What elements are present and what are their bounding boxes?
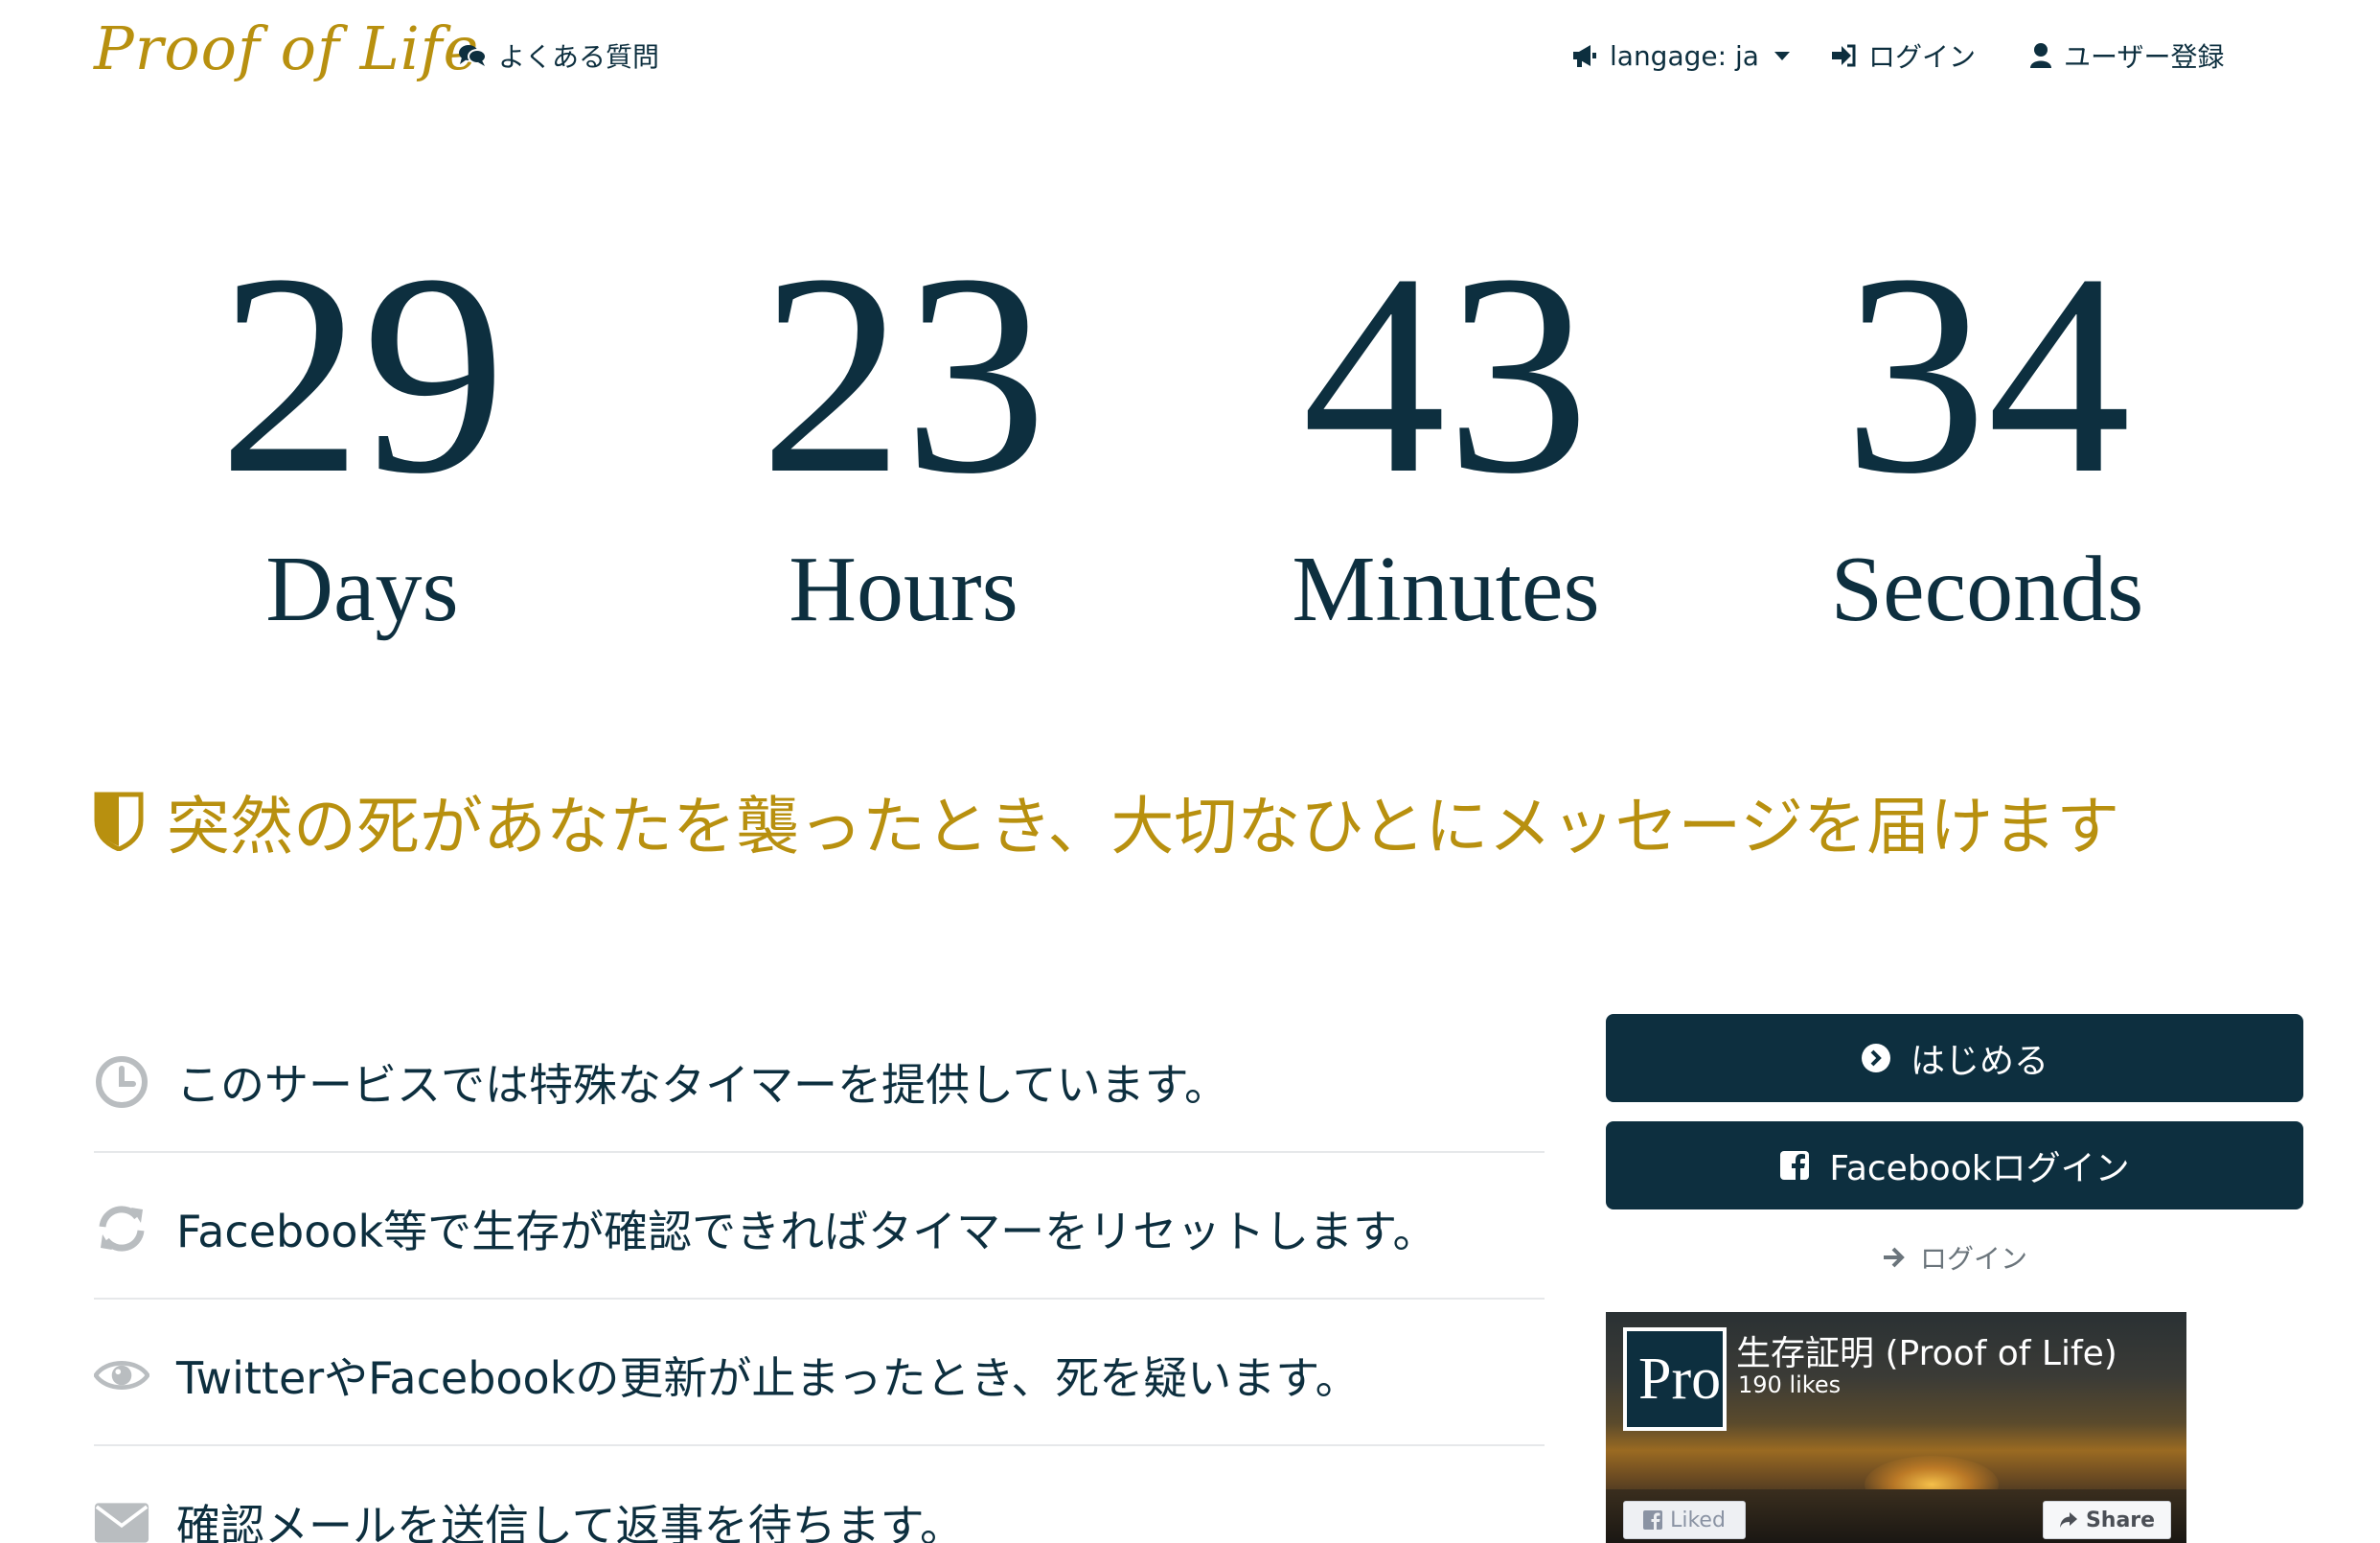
comments-icon — [459, 45, 487, 66]
facebook-login-button[interactable]: Facebookログイン — [1606, 1121, 2303, 1209]
feature-item: このサービスでは特殊なタイマーを提供しています。 — [94, 1006, 1545, 1153]
liked-button[interactable]: Liked — [1623, 1501, 1746, 1539]
feature-text: このサービスでは特殊なタイマーを提供しています。 — [176, 1058, 1229, 1111]
arrow-right-icon — [1883, 1247, 1905, 1268]
nav-faq-link[interactable]: よくある質問 — [458, 36, 659, 75]
nav-login-label: ログイン — [1868, 41, 1977, 73]
language-label: langage: ja — [1610, 39, 1759, 72]
page-name[interactable]: 生存証明 (Proof of Life) — [1736, 1325, 2117, 1375]
feature-text: 確認メールを送信して返事を待ちます。 — [176, 1499, 965, 1543]
countdown-seconds: 34 Seconds — [1738, 230, 2236, 642]
nav-login-link[interactable]: ログイン — [1830, 36, 1976, 75]
nav-signup-link[interactable]: ユーザー登録 — [2029, 36, 2224, 75]
countdown-hours: 23 Hours — [654, 230, 1153, 642]
facebook-login-label: Facebookログイン — [1829, 1149, 2130, 1188]
page-likes: 190 likes — [1738, 1371, 1842, 1398]
liked-label: Liked — [1670, 1508, 1726, 1532]
share-icon — [2059, 1512, 2077, 1528]
eye-icon — [94, 1347, 149, 1403]
login-link[interactable]: ログイン — [1606, 1238, 2303, 1277]
bullhorn-icon — [1573, 45, 1596, 67]
page-avatar[interactable]: Pro — [1623, 1327, 1727, 1431]
sign-in-icon — [1832, 44, 1856, 67]
language-dropdown[interactable]: langage: ja — [1571, 36, 1790, 75]
countdown-minutes: 43 Minutes — [1197, 230, 1695, 642]
share-label: Share — [2085, 1508, 2156, 1532]
feature-text: TwitterやFacebookの更新が止まったとき、死を疑います。 — [176, 1351, 1360, 1404]
navbar: Proof of Life よくある質問 langage: ja ログイン ユー… — [0, 0, 2380, 115]
feature-item: Facebook等で生存が確認できればタイマーをリセットします。 — [94, 1153, 1545, 1300]
hours-label: Hours — [789, 538, 1018, 641]
facebook-icon — [1643, 1510, 1663, 1530]
envelope-icon — [94, 1495, 149, 1543]
share-button[interactable]: Share — [2043, 1501, 2171, 1539]
chevron-circle-right-icon — [1861, 1044, 1890, 1072]
seconds-value: 34 — [1843, 215, 2131, 533]
minutes-value: 43 — [1302, 215, 1590, 533]
login-link-label: ログイン — [1919, 1243, 2027, 1275]
countdown-timer: 29 Days 23 Hours 43 Minutes 34 Seconds — [0, 230, 2380, 642]
brand-logo[interactable]: Proof of Life — [94, 13, 479, 83]
feature-text: Facebook等で生存が確認できればタイマーをリセットします。 — [176, 1205, 1437, 1257]
days-label: Days — [265, 538, 459, 641]
tagline: 突然の死があなたを襲ったとき、大切なひとにメッセージを届けます — [94, 778, 2119, 864]
facebook-square-icon — [1780, 1151, 1810, 1180]
feature-item: 確認メールを送信して返事を待ちます。 — [94, 1446, 1545, 1543]
tagline-text: 突然の死があなたを襲ったとき、大切なひとにメッセージを届けます — [167, 790, 2120, 864]
start-button[interactable]: はじめる — [1606, 1014, 2303, 1102]
minutes-label: Minutes — [1292, 538, 1600, 641]
days-value: 29 — [218, 215, 506, 533]
facebook-page-widget[interactable]: Pro 生存証明 (Proof of Life) 190 likes Liked… — [1606, 1312, 2186, 1543]
shield-icon — [94, 792, 144, 851]
caret-down-icon — [1774, 51, 1790, 60]
nav-faq-label: よくある質問 — [498, 41, 660, 73]
clock-icon — [94, 1054, 149, 1110]
hours-value: 23 — [760, 215, 1047, 533]
seconds-label: Seconds — [1830, 538, 2144, 641]
nav-signup-label: ユーザー登録 — [2064, 41, 2225, 73]
countdown-days: 29 Days — [113, 230, 611, 642]
feature-list: このサービスでは特殊なタイマーを提供しています。 Facebook等で生存が確認… — [94, 1006, 1545, 1543]
refresh-icon — [94, 1201, 149, 1256]
user-icon — [2030, 43, 2051, 68]
feature-item: TwitterやFacebookの更新が止まったとき、死を疑います。 — [94, 1300, 1545, 1446]
start-button-label: はじめる — [1910, 1042, 2048, 1081]
